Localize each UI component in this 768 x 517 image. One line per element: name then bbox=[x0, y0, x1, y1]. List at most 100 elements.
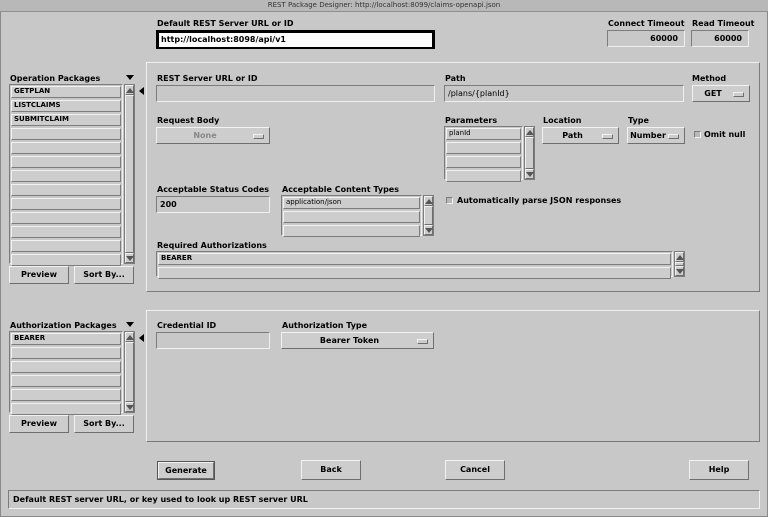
omit-null-checkbox[interactable] bbox=[694, 131, 701, 138]
generate-button[interactable]: Generate bbox=[157, 461, 215, 480]
connect-timeout-label: Connect Timeout bbox=[608, 19, 685, 28]
default-url-label: Default REST Server URL or ID bbox=[157, 19, 294, 28]
content-types-scrollbar[interactable] bbox=[423, 195, 434, 236]
location-label: Location bbox=[543, 116, 582, 125]
authorization-packages-label: Authorization Packages bbox=[10, 321, 117, 330]
default-url-value: http://localhost:8098/api/v1 bbox=[159, 33, 432, 47]
list-item[interactable] bbox=[446, 170, 521, 182]
server-url-input[interactable] bbox=[156, 85, 435, 102]
list-item[interactable] bbox=[11, 240, 121, 252]
omit-null-label: Omit null bbox=[704, 130, 746, 139]
list-item[interactable] bbox=[11, 226, 121, 238]
type-value: Number bbox=[630, 131, 666, 140]
scroll-up-arrow-icon[interactable] bbox=[424, 196, 433, 206]
list-item[interactable]: SUBMITCLAIM bbox=[11, 114, 121, 126]
operation-packages-scrollbar[interactable] bbox=[124, 84, 135, 264]
list-item[interactable] bbox=[11, 361, 121, 373]
location-dropdown[interactable]: Path bbox=[542, 127, 619, 144]
list-item[interactable] bbox=[11, 347, 121, 359]
list-item[interactable] bbox=[446, 156, 521, 168]
list-item[interactable] bbox=[11, 198, 121, 210]
path-label: Path bbox=[445, 74, 466, 83]
dropdown-indicator-icon bbox=[417, 339, 428, 344]
cancel-button[interactable]: Cancel bbox=[445, 460, 505, 480]
operation-packages-menu-icon[interactable] bbox=[126, 75, 134, 80]
operation-packages-list[interactable]: GETPLAN LISTCLAIMS SUBMITCLAIM bbox=[9, 84, 123, 266]
scroll-thumb[interactable] bbox=[525, 137, 534, 169]
collapse-arrow-icon[interactable] bbox=[139, 87, 144, 95]
type-dropdown[interactable]: Number bbox=[627, 127, 685, 144]
method-label: Method bbox=[692, 74, 727, 83]
list-item[interactable]: planId bbox=[446, 128, 521, 140]
list-item[interactable] bbox=[11, 212, 121, 224]
auto-parse-checkbox[interactable] bbox=[446, 197, 453, 204]
list-item[interactable]: application/json bbox=[283, 197, 420, 209]
list-item[interactable] bbox=[11, 403, 121, 415]
list-item[interactable] bbox=[11, 375, 121, 387]
scroll-down-arrow-icon[interactable] bbox=[424, 225, 433, 235]
list-item[interactable] bbox=[283, 211, 420, 223]
read-timeout-label: Read Timeout bbox=[692, 19, 755, 28]
dropdown-indicator-icon bbox=[668, 134, 679, 139]
list-item[interactable] bbox=[283, 225, 420, 237]
dropdown-indicator-icon bbox=[602, 134, 613, 139]
default-url-input[interactable]: http://localhost:8098/api/v1 bbox=[156, 30, 435, 49]
type-label: Type bbox=[628, 116, 649, 125]
operation-preview-button[interactable]: Preview bbox=[9, 266, 69, 284]
parameters-scrollbar[interactable] bbox=[524, 126, 535, 180]
list-item[interactable] bbox=[11, 142, 121, 154]
dropdown-indicator-icon bbox=[253, 134, 264, 139]
list-item[interactable]: BEARER bbox=[158, 253, 671, 265]
scroll-down-arrow-icon[interactable] bbox=[675, 266, 684, 276]
help-button[interactable]: Help bbox=[689, 460, 749, 480]
operation-packages-label: Operation Packages bbox=[10, 74, 101, 83]
authorization-sort-button[interactable]: Sort By... bbox=[74, 415, 134, 433]
read-timeout-input[interactable]: 60000 bbox=[691, 30, 749, 47]
scroll-up-arrow-icon[interactable] bbox=[125, 332, 134, 342]
list-item[interactable] bbox=[11, 156, 121, 168]
status-codes-input[interactable]: 200 bbox=[156, 196, 270, 213]
auth-type-label: Authorization Type bbox=[282, 321, 368, 330]
list-item[interactable] bbox=[11, 254, 121, 266]
auth-type-dropdown[interactable]: Bearer Token bbox=[281, 332, 434, 349]
list-item[interactable] bbox=[11, 184, 121, 196]
authorization-detail-panel bbox=[146, 310, 760, 442]
request-body-dropdown[interactable]: None bbox=[156, 127, 270, 144]
location-value: Path bbox=[562, 131, 583, 140]
required-auth-list[interactable]: BEARER bbox=[156, 251, 673, 279]
parameters-list[interactable]: planId bbox=[444, 126, 523, 182]
scroll-up-arrow-icon[interactable] bbox=[525, 127, 534, 137]
list-item[interactable] bbox=[11, 128, 121, 140]
authorization-packages-scrollbar[interactable] bbox=[124, 331, 135, 413]
scroll-down-arrow-icon[interactable] bbox=[525, 169, 534, 179]
operation-sort-button[interactable]: Sort By... bbox=[74, 266, 134, 284]
list-item[interactable] bbox=[158, 267, 671, 279]
scroll-up-arrow-icon[interactable] bbox=[675, 252, 684, 262]
authorization-packages-list[interactable]: BEARER bbox=[9, 331, 123, 415]
list-item[interactable] bbox=[11, 389, 121, 401]
scroll-down-arrow-icon[interactable] bbox=[125, 402, 134, 412]
list-item[interactable]: BEARER bbox=[11, 333, 121, 345]
connect-timeout-input[interactable]: 60000 bbox=[607, 30, 685, 47]
scroll-thumb[interactable] bbox=[424, 206, 433, 225]
request-body-value: None bbox=[193, 131, 217, 140]
scroll-up-arrow-icon[interactable] bbox=[125, 85, 134, 95]
content-types-list[interactable]: application/json bbox=[281, 195, 422, 237]
authorization-packages-menu-icon[interactable] bbox=[126, 322, 134, 327]
scroll-thumb[interactable] bbox=[125, 95, 134, 253]
credential-input[interactable] bbox=[156, 332, 270, 349]
auto-parse-label: Automatically parse JSON responses bbox=[457, 196, 622, 205]
method-dropdown[interactable]: GET bbox=[692, 85, 750, 102]
path-input[interactable]: /plans/{planId} bbox=[444, 85, 684, 102]
list-item[interactable] bbox=[446, 142, 521, 154]
scroll-thumb[interactable] bbox=[125, 342, 134, 402]
status-codes-label: Acceptable Status Codes bbox=[157, 185, 270, 194]
list-item[interactable] bbox=[11, 170, 121, 182]
scroll-down-arrow-icon[interactable] bbox=[125, 253, 134, 263]
required-auth-scrollbar[interactable] bbox=[674, 251, 685, 277]
collapse-arrow-icon[interactable] bbox=[139, 334, 144, 342]
authorization-preview-button[interactable]: Preview bbox=[9, 415, 69, 433]
list-item[interactable]: GETPLAN bbox=[11, 86, 121, 98]
list-item[interactable]: LISTCLAIMS bbox=[11, 100, 121, 112]
back-button[interactable]: Back bbox=[301, 460, 361, 480]
